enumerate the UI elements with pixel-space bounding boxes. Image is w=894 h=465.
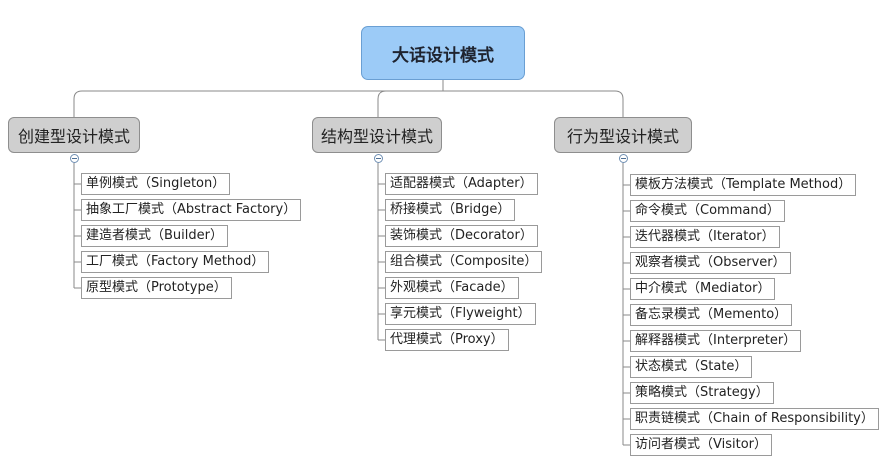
- pattern-node[interactable]: 工厂模式（Factory Method）: [81, 251, 270, 273]
- collapse-toggle-icon[interactable]: [70, 154, 79, 163]
- pattern-node[interactable]: 适配器模式（Adapter）: [385, 173, 538, 195]
- category-node-behavioral[interactable]: 行为型设计模式: [554, 117, 692, 153]
- pattern-node[interactable]: 模板方法模式（Template Method）: [630, 174, 857, 196]
- pattern-node[interactable]: 享元模式（Flyweight）: [385, 303, 536, 325]
- pattern-node[interactable]: 状态模式（State）: [630, 356, 753, 378]
- pattern-node[interactable]: 组合模式（Composite）: [385, 251, 543, 273]
- root-node[interactable]: 大话设计模式: [361, 26, 525, 80]
- category-node-structural[interactable]: 结构型设计模式: [312, 117, 442, 153]
- pattern-node[interactable]: 命令模式（Command）: [630, 200, 785, 222]
- pattern-node[interactable]: 单例模式（Singleton）: [81, 173, 231, 195]
- collapse-toggle-icon[interactable]: [619, 154, 628, 163]
- pattern-node[interactable]: 解释器模式（Interpreter）: [630, 330, 802, 352]
- pattern-node[interactable]: 备忘录模式（Memento）: [630, 304, 793, 326]
- branch-connector-structural: [377, 90, 443, 118]
- pattern-node[interactable]: 中介模式（Mediator）: [630, 278, 776, 300]
- branch-connector-creational: [73, 90, 443, 118]
- pattern-node[interactable]: 抽象工厂模式（Abstract Factory）: [81, 199, 302, 221]
- pattern-node[interactable]: 迭代器模式（Iterator）: [630, 226, 780, 248]
- branch-connector-behavioral: [443, 90, 624, 118]
- pattern-node[interactable]: 外观模式（Facade）: [385, 277, 519, 299]
- pattern-node[interactable]: 代理模式（Proxy）: [385, 329, 509, 351]
- collapse-toggle-icon[interactable]: [374, 154, 383, 163]
- pattern-node[interactable]: 建造者模式（Builder）: [81, 225, 228, 247]
- pattern-node[interactable]: 桥接模式（Bridge）: [385, 199, 516, 221]
- pattern-node[interactable]: 职责链模式（Chain of Responsibility）: [630, 408, 879, 430]
- pattern-node[interactable]: 装饰模式（Decorator）: [385, 225, 538, 247]
- pattern-node[interactable]: 访问者模式（Visitor）: [630, 434, 772, 456]
- pattern-node[interactable]: 原型模式（Prototype）: [81, 277, 232, 299]
- category-node-creational[interactable]: 创建型设计模式: [8, 117, 140, 153]
- pattern-node[interactable]: 策略模式（Strategy）: [630, 382, 774, 404]
- pattern-node[interactable]: 观察者模式（Observer）: [630, 252, 791, 274]
